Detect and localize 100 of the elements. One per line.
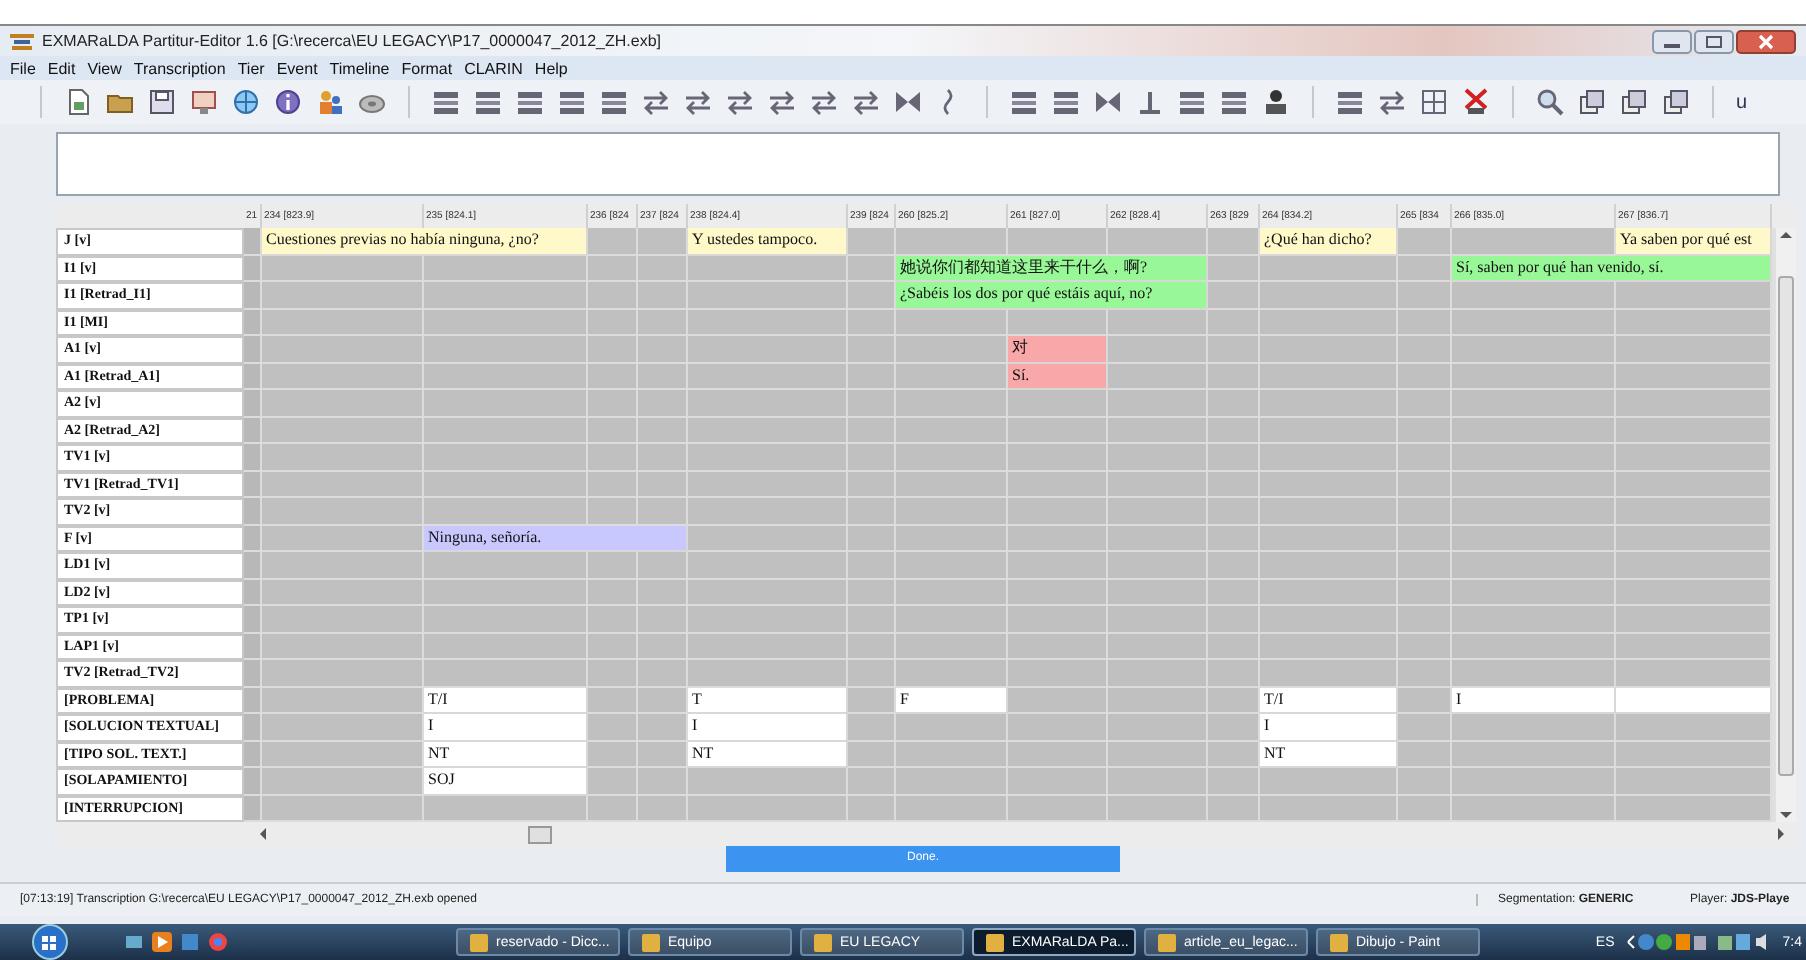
timeline-cell	[1208, 768, 1260, 795]
bowtie-icon[interactable]	[1094, 88, 1122, 116]
event-cell[interactable]: Ya saben por qué est	[1616, 228, 1772, 255]
event-cell[interactable]: I	[1452, 687, 1616, 714]
tier-lines-icon[interactable]	[1010, 88, 1038, 116]
arrows-icon[interactable]	[642, 88, 670, 116]
vertical-scrollbar[interactable]	[1776, 228, 1796, 822]
timeline-cell	[244, 363, 262, 390]
play-icon[interactable]	[152, 932, 172, 952]
event-cell[interactable]: NT	[1260, 741, 1398, 768]
arrows-icon[interactable]	[726, 88, 754, 116]
event-cell[interactable]: Y ustedes tampoco.	[688, 228, 848, 255]
scrollbar-thumb[interactable]	[1778, 275, 1794, 775]
menu-item[interactable]: Edit	[47, 59, 76, 77]
event-cell[interactable]: F	[896, 687, 1008, 714]
event-cell[interactable]: Ninguna, señoría.	[424, 525, 688, 552]
document-stack-icon[interactable]	[1662, 88, 1690, 116]
system-icons-drawing[interactable]	[1718, 932, 1771, 952]
window-icon	[1330, 933, 1348, 951]
event-cell[interactable]: SOJ	[424, 768, 588, 795]
event-cell[interactable]: Sí, saben por qué han venido, sí.	[1452, 255, 1772, 282]
timeline-cell	[244, 579, 262, 606]
timeline-cell	[588, 363, 638, 390]
scroll-right-icon[interactable]	[1776, 826, 1788, 842]
event-cell[interactable]: ¿Sabéis los dos por qué estáis aquí, no?	[896, 282, 1208, 309]
timeline-cell	[896, 417, 1008, 444]
timeline-cell	[244, 309, 262, 336]
browser-icon[interactable]	[208, 932, 228, 952]
timeline-cell	[1108, 795, 1208, 822]
pin-icon[interactable]	[1136, 88, 1164, 116]
arrows-icon[interactable]	[852, 88, 880, 116]
timeline-cell	[1108, 228, 1208, 255]
event-cell[interactable]: I	[1260, 714, 1398, 741]
menu-item[interactable]: Transcription	[133, 59, 226, 77]
tier-lines-icon[interactable]	[474, 88, 502, 116]
event-cell[interactable]: T	[688, 687, 848, 714]
timeline-cell	[1008, 768, 1108, 795]
menu-item[interactable]: Event	[276, 59, 318, 77]
event-cell[interactable]: T/I	[424, 687, 588, 714]
window-switch-icon[interactable]	[180, 932, 200, 952]
timeline-cell	[1008, 444, 1108, 471]
monitor-icon[interactable]	[190, 88, 218, 116]
arrows-icon[interactable]	[684, 88, 712, 116]
timeline-cell	[848, 525, 896, 552]
tier-lines-icon[interactable]	[516, 88, 544, 116]
text-editor-field[interactable]	[56, 132, 1780, 196]
scroll-left-icon[interactable]	[256, 826, 268, 842]
person-icon[interactable]	[1262, 88, 1290, 116]
grid-icon[interactable]	[1420, 88, 1448, 116]
underline-button[interactable]: u	[1736, 91, 1748, 113]
arrows-icon[interactable]	[1378, 88, 1406, 116]
document-stack-icon[interactable]	[1620, 88, 1648, 116]
arrows-icon[interactable]	[810, 88, 838, 116]
search-icon[interactable]	[1536, 88, 1564, 116]
menu-item[interactable]: View	[87, 59, 122, 77]
timeline-cell	[896, 714, 1008, 741]
tier-lines-icon[interactable]	[600, 88, 628, 116]
document-icon[interactable]	[64, 88, 92, 116]
event-cell[interactable]: NT	[688, 741, 848, 768]
maximize-icon[interactable]	[1694, 29, 1734, 53]
horizontal-scrollbar[interactable]	[56, 822, 1796, 846]
scrollbar-thumb[interactable]	[528, 825, 552, 843]
timeline-cell	[1208, 687, 1260, 714]
menu-item[interactable]: Format	[401, 59, 453, 77]
event-cell[interactable]: 她说你们都知道这里来干什么，啊?	[896, 255, 1208, 282]
tier-lines-icon[interactable]	[432, 88, 460, 116]
menu-item[interactable]: Timeline	[329, 59, 390, 77]
tier-lines-icon[interactable]	[558, 88, 586, 116]
tray-icons-drawing[interactable]	[1626, 932, 1707, 952]
people-icon[interactable]	[316, 88, 344, 116]
tier-lines-icon[interactable]	[1220, 88, 1248, 116]
event-cell[interactable]: I	[688, 714, 848, 741]
info-icon[interactable]	[274, 88, 302, 116]
event-cell[interactable]: NT	[424, 741, 588, 768]
bowtie-icon[interactable]	[894, 88, 922, 116]
tier-lines-icon[interactable]	[1052, 88, 1080, 116]
event-cell[interactable]: Sí.	[1008, 363, 1108, 390]
menu-item[interactable]: CLARIN	[464, 59, 523, 77]
minimize-icon[interactable]	[1652, 29, 1692, 53]
tier-lines-icon[interactable]	[1178, 88, 1206, 116]
event-cell[interactable]: 对	[1008, 336, 1108, 363]
event-cell[interactable]: T/I	[1260, 687, 1398, 714]
arrows-icon[interactable]	[768, 88, 796, 116]
menu-item[interactable]: Help	[534, 59, 568, 77]
menu-item[interactable]: File	[10, 59, 36, 77]
timeline-cell	[1260, 417, 1398, 444]
close-icon[interactable]	[1736, 29, 1796, 53]
cross-icon[interactable]	[1462, 88, 1490, 116]
event-cell[interactable]: Cuestiones previas no había ninguna, ¿no?	[262, 228, 588, 255]
timeline-cell	[1260, 255, 1398, 282]
event-cell[interactable]	[1616, 687, 1772, 714]
document-stack-icon[interactable]	[1578, 88, 1606, 116]
timeline-cell	[1208, 660, 1260, 687]
event-cell[interactable]: I	[424, 714, 588, 741]
globe-icon[interactable]	[232, 88, 260, 116]
event-cell[interactable]: ¿Qué han dicho?	[1260, 228, 1398, 255]
timeline-cell	[1398, 471, 1452, 498]
menu-item[interactable]: Tier	[237, 59, 265, 77]
desktop-icon[interactable]	[124, 932, 144, 952]
tier-lines-icon[interactable]	[1336, 88, 1364, 116]
